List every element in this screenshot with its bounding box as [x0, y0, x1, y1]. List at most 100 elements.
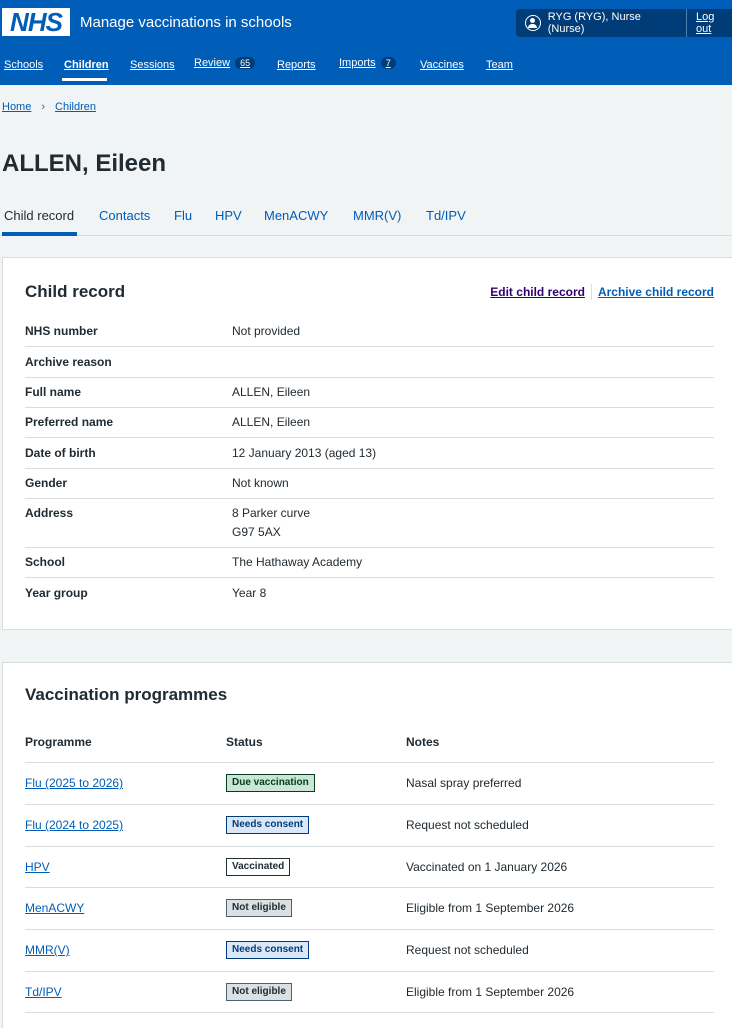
status-cell: Needs consent	[226, 816, 310, 834]
nav-item-label: Vaccines	[420, 59, 464, 71]
summary-value: ALLEN, Eileen	[232, 385, 311, 399]
summary-row-address: Address 8 Parker curve G97 5AX	[25, 506, 714, 548]
status-badge: Not eligible	[226, 899, 292, 917]
nav-item-label: Sessions	[130, 59, 175, 71]
programmes-title: Vaccination programmes	[25, 685, 228, 704]
nhs-logo[interactable]: NHS	[2, 8, 70, 36]
tab-mmrv[interactable]: MMR(V)	[353, 208, 401, 223]
summary-key: School	[25, 555, 66, 569]
notes-cell: Request not scheduled	[406, 943, 529, 957]
edit-child-record-link[interactable]: Edit child record	[490, 285, 585, 299]
summary-row-school: School The Hathaway Academy	[25, 555, 714, 578]
table-row: MenACWY Not eligible Eligible from 1 Sep…	[25, 887, 714, 929]
nav-item-children[interactable]: Children	[64, 59, 109, 71]
nav-item-team[interactable]: Team	[486, 59, 513, 71]
notes-cell: Eligible from 1 September 2026	[406, 985, 575, 999]
table-row: Td/IPV Not eligible Eligible from 1 Sept…	[25, 971, 714, 1013]
logout-link[interactable]: Log out	[696, 11, 732, 35]
archive-child-record-link[interactable]: Archive child record	[598, 285, 714, 299]
summary-value-line2: G97 5AX	[232, 525, 281, 539]
chevron-right-icon: ›	[41, 101, 46, 113]
nav-item-label: Imports	[339, 57, 376, 69]
nav-item-label: Review	[194, 57, 231, 69]
nav-item-label: Children	[64, 59, 109, 71]
table-row: HPV Vaccinated Vaccinated on 1 January 2…	[25, 846, 714, 888]
tab-bar: Child record Contacts Flu HPV MenACWY MM…	[0, 200, 732, 236]
summary-key: Preferred name	[25, 415, 114, 429]
table-row: Flu (2024 to 2025) Needs consent Request…	[25, 804, 714, 846]
user-icon	[525, 15, 541, 31]
summary-key: Gender	[25, 476, 68, 490]
tab-child-record[interactable]: Child record	[4, 208, 74, 223]
summary-key: Year group	[25, 586, 88, 600]
summary-value: 8 Parker curve	[232, 506, 311, 520]
account-name: RYG (RYG), Nurse (Nurse)	[547, 11, 641, 35]
column-header-status: Status	[226, 735, 263, 749]
account-divider	[686, 9, 688, 37]
nhs-logo-text: NHS	[10, 7, 63, 37]
nav-item-label: Reports	[277, 59, 316, 71]
status-badge: Vaccinated	[226, 858, 291, 876]
tab-active-indicator	[2, 232, 77, 236]
review-count-badge: 65	[235, 57, 256, 69]
programme-link-flu-2025[interactable]: Flu (2025 to 2026)	[25, 776, 123, 790]
programme-link-tdipv[interactable]: Td/IPV	[25, 985, 62, 999]
tab-contacts[interactable]: Contacts	[99, 208, 150, 223]
tab-hpv[interactable]: HPV	[215, 208, 242, 223]
nav-active-indicator	[62, 78, 107, 81]
nav-item-label: Schools	[4, 59, 44, 71]
notes-cell: Nasal spray preferred	[406, 776, 522, 790]
child-record-title: Child record	[25, 282, 126, 301]
summary-value: Not provided	[232, 324, 301, 338]
notes-cell: Vaccinated on 1 January 2026	[406, 860, 568, 874]
summary-value: Year 8	[232, 586, 267, 600]
imports-count-badge: 7	[380, 57, 396, 69]
summary-value: Not known	[232, 476, 289, 490]
summary-value: The Hathaway Academy	[232, 555, 363, 569]
breadcrumb: Home › Children	[2, 101, 96, 113]
action-divider	[590, 284, 592, 300]
summary-row-gender: Gender Not known	[25, 476, 714, 499]
nav-item-label: Team	[486, 59, 513, 71]
programme-link-flu-2024[interactable]: Flu (2024 to 2025)	[25, 818, 123, 832]
summary-key: Archive reason	[25, 355, 112, 369]
nav-item-schools[interactable]: Schools	[4, 59, 43, 71]
programme-link-mmrv[interactable]: MMR(V)	[25, 943, 70, 957]
programme-link-menacwy[interactable]: MenACWY	[25, 901, 84, 915]
status-cell: Due vaccination	[226, 774, 315, 792]
status-cell: Needs consent	[226, 941, 310, 959]
nav-item-imports[interactable]: Imports 7	[339, 57, 396, 69]
summary-value: ALLEN, Eileen	[232, 415, 311, 429]
column-header-notes: Notes	[406, 735, 440, 749]
tab-tdipv[interactable]: Td/IPV	[426, 208, 466, 223]
status-cell: Not eligible	[226, 983, 292, 1001]
summary-row-year-group: Year group Year 8	[25, 586, 714, 609]
status-cell: Not eligible	[226, 899, 292, 917]
vaccination-programmes-card: Vaccination programmes Programme Status …	[2, 662, 732, 1028]
page-title: ALLEN, Eileen	[2, 150, 167, 177]
programme-link-hpv[interactable]: HPV	[25, 860, 50, 874]
breadcrumb-home[interactable]: Home	[2, 101, 31, 113]
summary-row-nhs-number: NHS number Not provided	[25, 324, 714, 347]
tab-flu[interactable]: Flu	[174, 208, 192, 223]
status-badge: Needs consent	[226, 816, 310, 834]
account-bar: RYG (RYG), Nurse (Nurse) Log out	[516, 9, 732, 37]
nav-item-review[interactable]: Review 65	[194, 57, 256, 69]
status-badge: Not eligible	[226, 983, 292, 1001]
tab-menacwy[interactable]: MenACWY	[264, 208, 328, 223]
summary-row-date-of-birth: Date of birth 12 January 2013 (aged 13)	[25, 446, 714, 469]
nav-item-sessions[interactable]: Sessions	[130, 59, 175, 71]
summary-key: Address	[25, 506, 74, 520]
breadcrumb-children[interactable]: Children	[55, 101, 96, 113]
summary-row-full-name: Full name ALLEN, Eileen	[25, 385, 714, 408]
service-name[interactable]: Manage vaccinations in schools	[80, 14, 292, 31]
table-row: Flu (2025 to 2026) Due vaccination Nasal…	[25, 762, 714, 804]
summary-row-preferred-name: Preferred name ALLEN, Eileen	[25, 415, 714, 438]
summary-key: NHS number	[25, 324, 98, 338]
column-header-programme: Programme	[25, 735, 92, 749]
nav-item-vaccines[interactable]: Vaccines	[420, 59, 464, 71]
notes-cell: Request not scheduled	[406, 818, 529, 832]
nav-item-reports[interactable]: Reports	[277, 59, 316, 71]
summary-key: Date of birth	[25, 446, 96, 460]
status-cell: Vaccinated	[226, 858, 291, 876]
